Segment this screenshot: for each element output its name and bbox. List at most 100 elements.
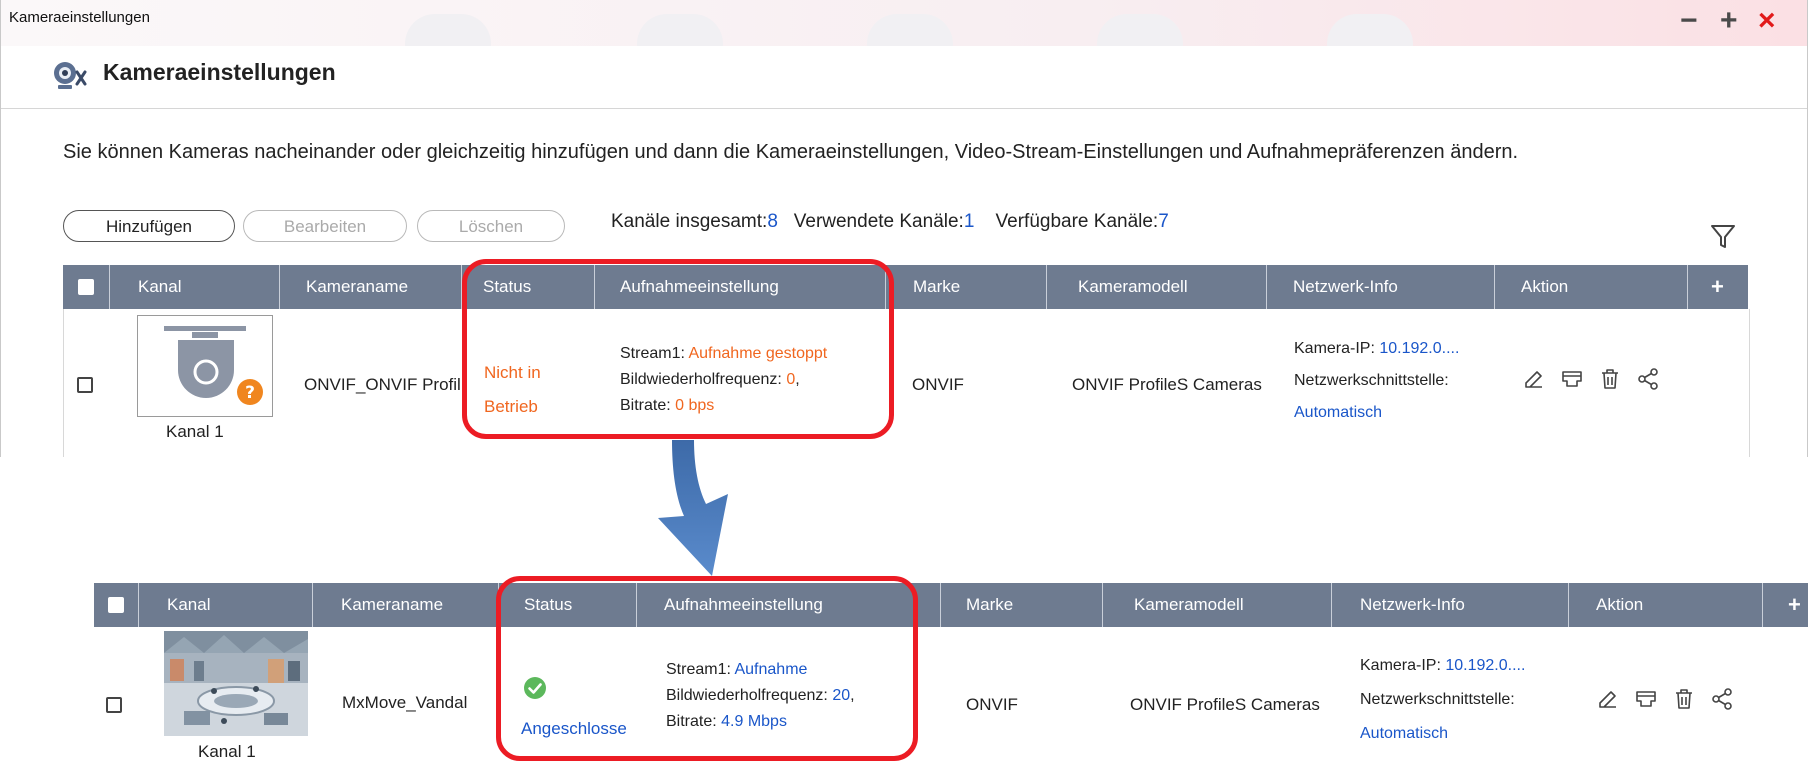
available-channels-value: 7 — [1158, 211, 1169, 232]
row-actions — [1596, 687, 1756, 713]
recording-settings: Stream1: Aufnahme gestoppt Bildwiederhol… — [620, 341, 827, 419]
close-button[interactable]: × — [1758, 3, 1776, 39]
edit-icon[interactable] — [1596, 687, 1620, 711]
column-separator — [312, 583, 313, 627]
table-header: Kanal Kameraname Status Aufnahmeeinstell… — [63, 265, 1748, 309]
share-icon[interactable] — [1636, 367, 1660, 391]
add-button[interactable]: Hinzufügen — [63, 210, 235, 242]
row-checkbox[interactable] — [77, 377, 93, 393]
trash-icon[interactable] — [1598, 367, 1622, 391]
column-header-marke[interactable]: Marke — [966, 583, 1013, 627]
fps-label: Bildwiederholfrequenz: — [620, 371, 787, 388]
transition-arrow-icon — [658, 440, 728, 576]
column-header-aktion[interactable]: Aktion — [1521, 265, 1568, 309]
status-text: Nicht in Betrieb — [484, 356, 541, 424]
delete-button[interactable]: Löschen — [417, 210, 565, 242]
column-separator — [1046, 265, 1047, 309]
column-header-aufnahmeeinstellung[interactable]: Aufnahmeeinstellung — [620, 265, 779, 309]
edit-icon[interactable] — [1522, 367, 1546, 391]
row-actions — [1522, 367, 1682, 393]
camera-placeholder-thumbnail: ? — [137, 315, 273, 417]
column-header-netzwerk-info[interactable]: Netzwerk-Info — [1293, 265, 1398, 309]
select-all-checkbox[interactable] — [78, 279, 94, 295]
fps-value: 20 — [832, 687, 851, 704]
column-header-kameramodell[interactable]: Kameramodell — [1134, 583, 1244, 627]
column-separator — [1494, 265, 1495, 309]
column-header-kanal[interactable]: Kanal — [138, 265, 181, 309]
filter-icon[interactable] — [1709, 222, 1737, 250]
fps-separator: , — [850, 687, 855, 704]
channel-label: Kanal 1 — [198, 742, 256, 761]
stream-icon[interactable] — [1634, 687, 1658, 711]
bitrate-label: Bitrate: — [620, 397, 676, 414]
column-header-kameraname[interactable]: Kameraname — [306, 265, 408, 309]
camera-snapshot-image — [164, 631, 308, 736]
column-separator — [885, 265, 886, 309]
row-checkbox[interactable] — [106, 697, 122, 713]
minimize-button[interactable]: − — [1680, 3, 1698, 39]
select-all-checkbox[interactable] — [108, 597, 124, 613]
add-column-button[interactable]: + — [1711, 265, 1724, 309]
column-separator — [940, 583, 941, 627]
maximize-button[interactable]: + — [1720, 3, 1738, 39]
ip-value[interactable]: 10.192.0.... — [1379, 340, 1459, 357]
total-channels-label: Kanäle insgesamt: — [611, 211, 768, 232]
interface-value[interactable]: Automatisch — [1360, 717, 1525, 751]
stream-icon[interactable] — [1560, 367, 1584, 391]
share-icon[interactable] — [1710, 687, 1734, 711]
column-separator — [461, 265, 462, 309]
interface-label: Netzwerkschnittstelle: — [1294, 372, 1449, 389]
available-channels-label: Verfügbare Kanäle: — [995, 211, 1159, 232]
bitrate-label: Bitrate: — [666, 713, 722, 730]
column-separator — [1331, 583, 1332, 627]
column-header-aufnahmeeinstellung[interactable]: Aufnahmeeinstellung — [664, 583, 823, 627]
fps-separator: , — [795, 371, 800, 388]
interface-label: Netzwerkschnittstelle: — [1360, 691, 1515, 708]
column-header-kameraname[interactable]: Kameraname — [341, 583, 443, 627]
camera-model: ONVIF ProfileS Cameras — [1072, 375, 1262, 394]
svg-text:?: ? — [245, 383, 255, 403]
ip-value[interactable]: 10.192.0.... — [1445, 657, 1525, 674]
status-text: Angeschlosse — [521, 719, 627, 738]
camera-model: ONVIF ProfileS Cameras — [1130, 695, 1320, 714]
brand: ONVIF — [912, 375, 964, 394]
column-separator — [1266, 265, 1267, 309]
column-separator — [138, 583, 139, 627]
edit-button[interactable]: Bearbeiten — [243, 210, 407, 242]
interface-value[interactable]: Automatisch — [1294, 397, 1459, 429]
column-separator — [279, 265, 280, 309]
ip-label: Kamera-IP: — [1360, 657, 1446, 674]
table-row[interactable]: ? Kanal 1 ONVIF_ONVIF Profil Nicht in Be… — [63, 309, 1750, 457]
used-channels-label: Verwendete Kanäle: — [793, 211, 964, 232]
column-header-kameramodell[interactable]: Kameramodell — [1078, 265, 1188, 309]
stream-label: Stream1: — [620, 345, 689, 362]
camera-snapshot-thumbnail — [164, 631, 308, 736]
fps-value: 0 — [786, 371, 796, 388]
add-column-button[interactable]: + — [1788, 583, 1801, 627]
column-separator — [1102, 583, 1103, 627]
column-header-netzwerk-info[interactable]: Netzwerk-Info — [1360, 583, 1465, 627]
column-header-marke[interactable]: Marke — [913, 265, 960, 309]
status-line-2: Betrieb — [484, 397, 538, 416]
brand: ONVIF — [966, 695, 1018, 714]
camera-name: ONVIF_ONVIF Profil — [304, 375, 461, 394]
network-info: Kamera-IP: 10.192.0.... Netzwerkschnitts… — [1360, 649, 1525, 751]
table-row[interactable]: Kanal 1 MxMove_Vandal Angeschlosse Strea… — [94, 627, 1808, 777]
trash-icon[interactable] — [1672, 687, 1696, 711]
stream-status: Aufnahme gestoppt — [688, 345, 828, 362]
column-header-status[interactable]: Status — [524, 583, 572, 627]
column-header-status[interactable]: Status — [483, 265, 531, 309]
camera-settings-window: Kameraeinstellungen − + × Kameraeinstell… — [0, 0, 1808, 457]
column-header-aktion[interactable]: Aktion — [1596, 583, 1643, 627]
fps-label: Bildwiederholfrequenz: — [666, 687, 833, 704]
camera-settings-icon — [54, 62, 87, 89]
connected-check-icon — [524, 677, 546, 699]
column-header-kanal[interactable]: Kanal — [167, 583, 210, 627]
channel-label: Kanal 1 — [166, 422, 224, 441]
camera-placeholder-icon: ? — [164, 326, 263, 405]
title-bar: Kameraeinstellungen − + × — [1, 0, 1807, 74]
stream-label: Stream1: — [666, 661, 735, 678]
ip-label: Kamera-IP: — [1294, 340, 1380, 357]
used-channels-value: 1 — [963, 211, 975, 232]
table-header-after: Kanal Kameraname Status Aufnahmeeinstell… — [94, 583, 1808, 627]
